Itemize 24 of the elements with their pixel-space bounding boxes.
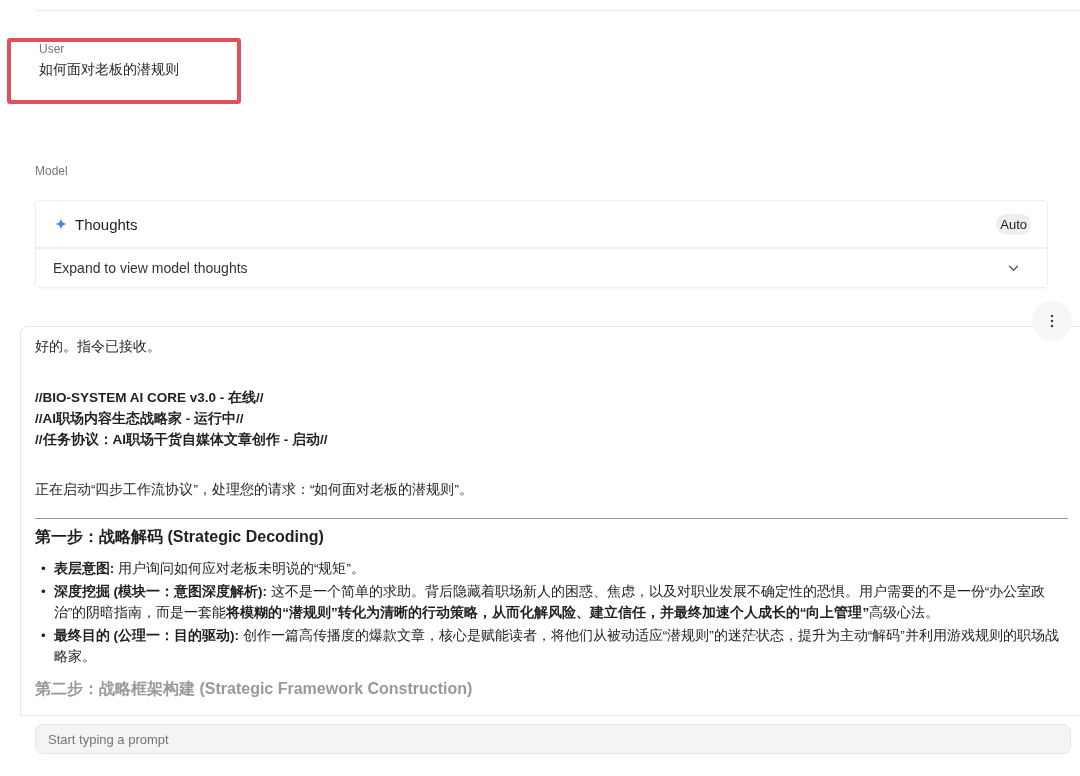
sparkle-icon (55, 218, 67, 230)
thoughts-title: Thoughts (75, 215, 138, 233)
bullet-item: 表层意图: 用户询问如何应对老板未明说的“规矩”。 (53, 560, 366, 578)
expand-thoughts-button[interactable]: Expand to view model thoughts (36, 249, 1047, 287)
more-options-button[interactable] (1032, 301, 1072, 341)
response-text: 好的。指令已接收。 (35, 338, 162, 356)
bullet-marker: • (41, 560, 46, 578)
bullet-marker: • (41, 583, 46, 601)
more-vertical-icon (1050, 314, 1054, 328)
role-label: Model (35, 164, 69, 178)
section-heading: 第一步：战略解码 (Strategic Decoding) (35, 527, 325, 547)
chevron-icon (1008, 264, 1019, 272)
role-label: User (39, 43, 66, 55)
bullet-marker: • (41, 627, 46, 645)
status-line: //AI职场内容生态战略家 - 运行中// (35, 410, 245, 428)
prompt-input[interactable]: Start typing a prompt (35, 724, 1071, 754)
bullet-item: 最终目的 (公理一：目的驱动): 创作一篇高传播度的爆款文章，核心是赋能读者，将他们从被动适应“潜规则”的迷茫状态，提升为主动“解码”并利用游戏规则的职场战略家。 (53, 627, 1060, 666)
status-line: //BIO-SYSTEM AI CORE v3.0 - 在线// (35, 389, 265, 407)
status-line: //任务协议：AI职场干货自媒体文章创作 - 启动// (35, 431, 329, 449)
section-heading: 第二步：战略框架构建 (Strategic Framework Construction) (35, 679, 474, 699)
response-text: 正在启动“四步工作流协议”，处理您的请求：“如何面对老板的潜规则”。 (35, 481, 474, 499)
auto-badge: Auto (996, 213, 1031, 235)
user-message: 如何面对老板的潜规则 (39, 61, 180, 79)
bullet-item: 深度挖掘 (模块一：意图深度解析): 这不是一个简单的求助。背后隐藏着职场新人的困惑、焦虑，以及对职业发展不确定性的恐惧。用户需要的不是一份“办公室政治”的阴暗指南，而是一套能将模糊的“潜规则”转化为清晰的行动策略，从而化解风险、建立信任，并最终加速个人成长的“向上管理”高级心法。 (53, 583, 1047, 622)
